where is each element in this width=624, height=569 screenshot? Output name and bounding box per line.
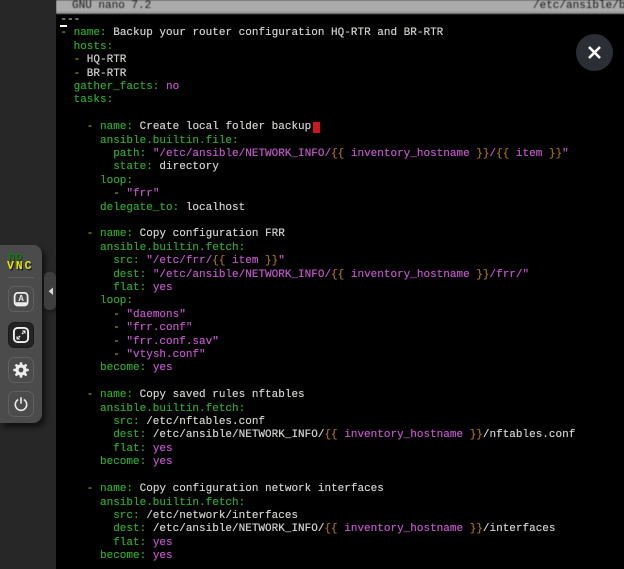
- svg-text:A: A: [18, 294, 24, 303]
